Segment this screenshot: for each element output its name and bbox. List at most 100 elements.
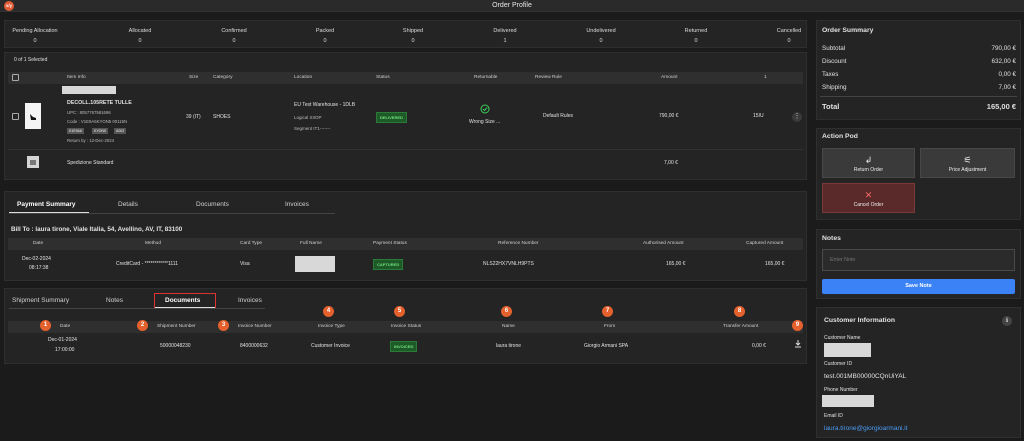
col-from: From — [604, 324, 616, 329]
tab-notes[interactable]: Notes — [106, 297, 123, 304]
invoice-status-badge: INVOICED — [390, 341, 418, 352]
col-full-name: Full Name — [300, 241, 322, 246]
stat-cancelled: Cancelled 0 — [776, 28, 802, 44]
marker-5: 5 — [394, 306, 405, 317]
item-amount: 790,00 € — [659, 113, 679, 119]
col-shipment-number: Shipment Number — [157, 324, 196, 329]
col-name: Name — [502, 324, 515, 329]
page-title: Order Profile — [492, 2, 532, 9]
shipping-amount: 7,00 € — [664, 160, 678, 166]
item-upc: UPC : 8057767581696 — [67, 110, 111, 115]
col-status: Status — [376, 75, 390, 80]
marker-9: 9 — [792, 320, 803, 331]
stat-packed: Packed 0 — [315, 28, 335, 44]
payment-captured: 165,00 € — [765, 261, 785, 267]
stat-delivered: Delivered 1 — [493, 28, 517, 44]
redacted-phone — [822, 395, 874, 407]
col-returnable: Returnable — [474, 75, 498, 80]
price-adjustment-button[interactable]: ⚟ Price Adjustment — [920, 148, 1015, 178]
stat-confirmed: Confirmed 0 — [221, 28, 247, 44]
tabs-divider — [9, 308, 265, 309]
customer-id-label: Customer ID — [824, 361, 853, 367]
redacted-full-name — [295, 256, 335, 272]
info-icon[interactable]: ℹ — [1002, 316, 1012, 326]
summary-row-taxes: Taxes 0,00 € — [822, 71, 1016, 78]
item-tag: KYON5 — [92, 128, 108, 134]
item-extra: 15IU — [753, 113, 764, 119]
redacted-field — [62, 86, 116, 94]
note-input[interactable] — [822, 249, 1015, 271]
more-options-icon[interactable]: ⋮ — [792, 112, 802, 122]
tabs-divider — [9, 213, 335, 214]
transfer-amount: 0,00 € — [752, 343, 766, 349]
status-badge: DELIVERED — [376, 112, 407, 123]
save-note-button[interactable]: Save Note — [822, 279, 1015, 294]
email-link[interactable]: laura.tirone@giorgioarmani.it — [824, 425, 908, 432]
close-icon: ✕ — [864, 190, 873, 200]
item-category: SHOES — [213, 114, 231, 120]
invoice-name: laura tirone — [496, 343, 522, 349]
summary-row-subtotal: Subtotal 790,00 € — [822, 45, 1016, 52]
item-logical: Logical XIIOP — [294, 115, 322, 120]
tab-shipment-documents[interactable]: Documents — [165, 297, 200, 304]
action-pod-title: Action Pod — [822, 133, 858, 140]
col-review-rule: Review Rule — [535, 75, 562, 80]
invoice-type: Customer Invoice — [311, 343, 350, 349]
tab-shipment-summary[interactable]: Shipment Summary — [12, 297, 69, 304]
col-location: Location — [294, 75, 313, 80]
payment-authorised: 165,00 € — [666, 261, 686, 267]
col-payment-status: Payment Status — [373, 241, 407, 246]
notes-title: Notes — [822, 235, 841, 242]
redacted-customer-name — [824, 343, 871, 357]
select-all-checkbox[interactable] — [12, 74, 19, 81]
email-label: Email ID — [824, 413, 843, 419]
summary-row-shipping: Shipping 7,00 € — [822, 84, 1016, 91]
row-checkbox[interactable] — [12, 113, 19, 120]
marker-8: 8 — [734, 306, 745, 317]
summary-row-discount: Discount 632,00 € — [822, 58, 1016, 65]
shipping-thumbnail — [27, 156, 39, 168]
item-review-rule: Default Rules — [543, 113, 574, 119]
shipping-label: Spedizione Standard — [67, 160, 114, 166]
payment-date: Dec-02-2024 — [22, 256, 51, 262]
col-invoice-number: Invoice Number — [238, 324, 272, 329]
tab-details[interactable]: Details — [118, 201, 138, 208]
download-icon[interactable] — [793, 339, 803, 349]
item-returnable[interactable]: Wrong Size ... — [469, 119, 500, 125]
summary-divider — [820, 96, 1017, 97]
item-code: Code : V1E9A6KYON5 00115N — [67, 119, 128, 124]
col-extra: 1 — [764, 75, 767, 80]
payment-time: 08:17:38 — [29, 265, 49, 271]
stat-undelivered: Undelivered 0 — [586, 28, 616, 44]
return-order-button[interactable]: ↲ Return Order — [822, 148, 915, 178]
cancel-order-button[interactable]: ✕ Cancel Order — [822, 183, 915, 213]
tab-invoices[interactable]: Invoices — [285, 201, 309, 208]
col-date: Date — [33, 241, 44, 246]
payment-reference: NLS22HX7VNLH9PTS — [483, 261, 534, 267]
shipment-date: Dec-01-2024 — [48, 337, 77, 343]
col-size: Size — [189, 75, 199, 80]
col-item-info: Item Info — [67, 75, 86, 80]
col-method: Method — [145, 241, 161, 246]
divider — [8, 149, 803, 150]
tab-documents[interactable]: Documents — [196, 201, 229, 208]
phone-label: Phone Number — [824, 387, 858, 393]
payment-method: CreditCard - ************1111 — [116, 261, 178, 267]
item-size: 39 (IT) — [186, 114, 201, 120]
col-invoice-status: Invoice Status — [391, 324, 422, 329]
shipment-time: 17:00:00 — [55, 347, 75, 353]
tab-payment-summary[interactable]: Payment Summary — [17, 201, 76, 208]
stat-pending: Pending Allocation 0 — [12, 28, 58, 44]
col-authorised: Authorised Amount — [643, 241, 684, 246]
marker-1: 1 — [40, 320, 51, 331]
product-thumbnail[interactable] — [25, 103, 41, 129]
item-segment: Segment IT1------- — [294, 126, 331, 131]
marker-4: 4 — [323, 306, 334, 317]
check-circle-icon — [480, 104, 490, 114]
order-summary-title: Order Summary — [822, 27, 874, 34]
col-captured: Captured Amount — [746, 241, 784, 246]
item-return-by: Return by : 12-Dec-2024 — [67, 138, 115, 143]
box-icon — [30, 160, 36, 165]
tab-shipment-invoices[interactable]: Invoices — [238, 297, 262, 304]
stat-returned: Returned 0 — [684, 28, 708, 44]
